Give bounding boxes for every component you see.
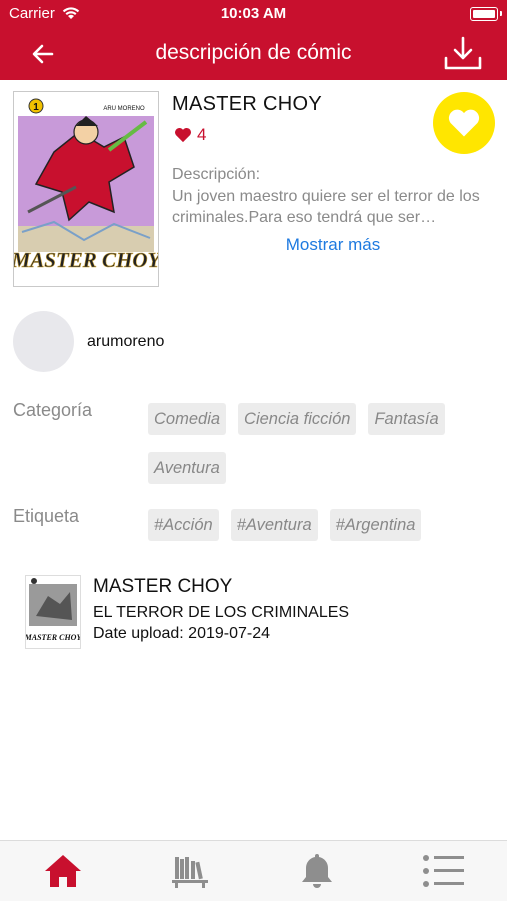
home-icon (45, 855, 81, 887)
favorite-button[interactable] (433, 92, 495, 154)
description-label: Descripción: (172, 166, 261, 183)
nav-bar: descripción de cómic (0, 28, 507, 80)
heart-icon (448, 109, 480, 137)
category-chip[interactable]: Comedia (148, 403, 227, 435)
chapter-subtitle: EL TERROR DE LOS CRIMINALES (93, 604, 350, 621)
avatar[interactable] (13, 311, 74, 372)
tab-menu[interactable] (381, 841, 507, 901)
likes-count: 4 (174, 125, 206, 145)
tag-chip[interactable]: #Aventura (230, 509, 318, 541)
chapter-title[interactable]: MASTER CHOY (93, 576, 232, 598)
author-username[interactable]: arumoreno (87, 333, 164, 351)
cover-logo: MASTER CHOY (14, 248, 158, 272)
tags-label: Etiqueta (13, 506, 80, 526)
comic-cover: 1 ARU MORENO MASTER CHOY (10, 91, 163, 287)
description-text: Un joven maestro quiere ser el terror de… (172, 188, 480, 226)
tab-home[interactable] (0, 841, 126, 901)
chapter-upload-date: Date upload: 2019-07-24 (93, 625, 271, 642)
likes-value: 4 (197, 125, 207, 144)
show-more-link[interactable]: Mostrar más (172, 235, 494, 255)
status-bar: Carrier 10:03 AM (0, 0, 507, 28)
menu-list-icon (423, 855, 464, 887)
chapter-thumbnail[interactable]: MASTER CHOY (25, 575, 81, 649)
download-icon[interactable] (443, 34, 483, 74)
bell-icon (302, 854, 332, 888)
tag-chip[interactable]: #Argentina (329, 509, 422, 541)
category-chips: Comedia Ciencia ficción Fantasía Aventur… (148, 403, 488, 484)
thumb-logo: MASTER CHOY (26, 633, 80, 642)
cover-author: ARU MORENO (103, 106, 145, 112)
tab-library[interactable] (127, 841, 253, 901)
comic-title: MASTER CHOY (172, 93, 322, 115)
comic-cover-art: 1 ARU MORENO MASTER CHOY (10, 92, 163, 286)
category-chip[interactable]: Aventura (148, 452, 226, 484)
tab-notifications[interactable] (254, 841, 380, 901)
cover-volume: 1 (33, 102, 39, 113)
tag-chip[interactable]: #Acción (148, 509, 219, 541)
battery-tip (500, 11, 502, 16)
battery-icon (470, 7, 498, 21)
category-label: Categoría (13, 400, 93, 420)
page-title: descripción de cómic (155, 41, 352, 64)
tab-bar (0, 840, 507, 901)
library-icon (172, 857, 208, 888)
clock: 10:03 AM (220, 5, 287, 22)
category-chip[interactable]: Fantasía (368, 403, 445, 435)
chapter-thumbnail-art: MASTER CHOY (26, 576, 80, 648)
tag-chips: #Acción #Aventura #Argentina (148, 509, 488, 541)
heart-icon (175, 127, 191, 143)
category-chip[interactable]: Ciencia ficción (238, 403, 357, 435)
